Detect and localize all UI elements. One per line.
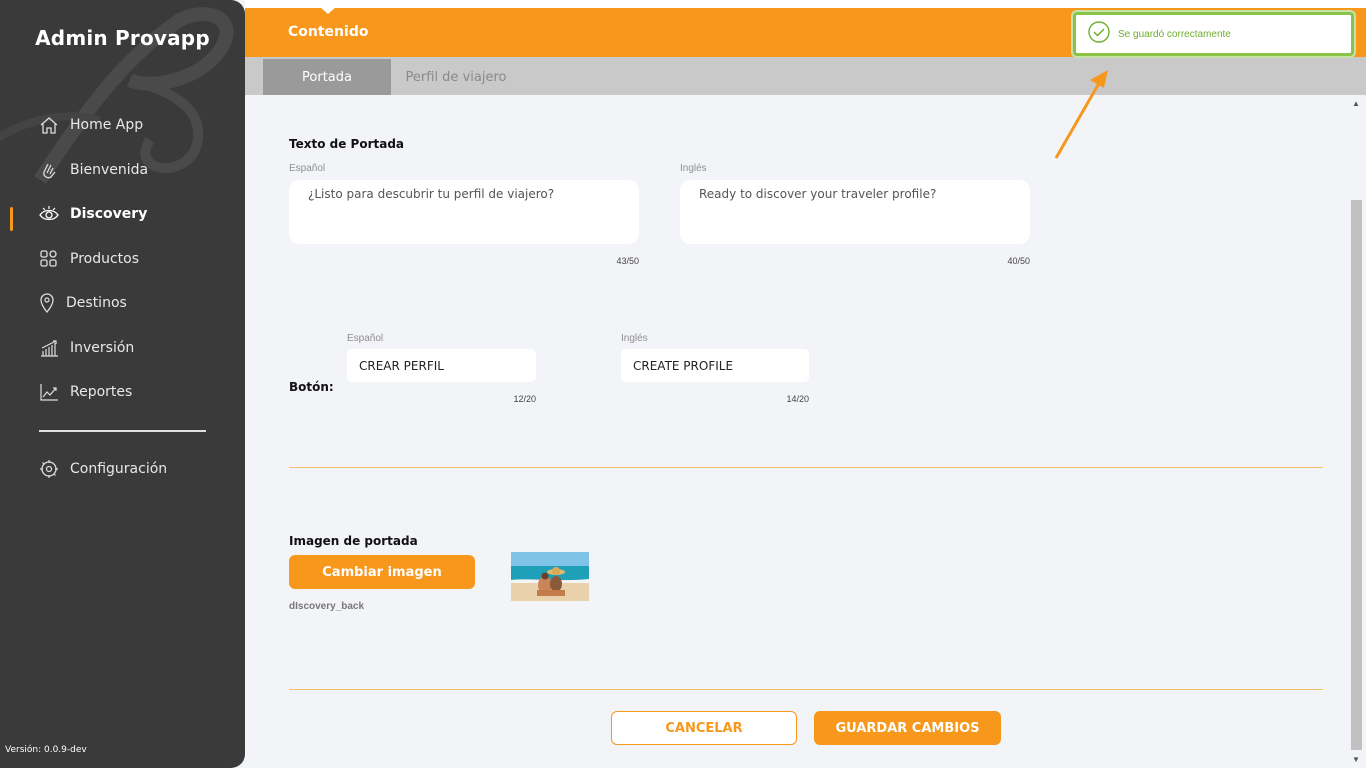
- sidebar: Admin Provapp Home App Bienvenida Discov…: [0, 0, 245, 768]
- waving-hand-icon: [38, 159, 60, 181]
- cover-english-counter: 40/50: [1007, 256, 1030, 266]
- sidebar-divider: [39, 430, 206, 432]
- active-indicator: [10, 207, 13, 231]
- sidebar-item-destinos[interactable]: Destinos: [38, 288, 127, 318]
- cover-spanish-textarea[interactable]: ¿Listo para descubrir tu perfil de viaje…: [289, 180, 639, 244]
- button-spanish-counter: 12/20: [513, 394, 536, 404]
- line-chart-icon: [38, 381, 60, 403]
- sidebar-item-discovery[interactable]: Discovery: [38, 199, 147, 229]
- app-title: Admin Provapp: [35, 26, 210, 50]
- cover-spanish-counter: 43/50: [616, 256, 639, 266]
- section-divider: [289, 467, 1323, 468]
- image-filename: dIscovery_back: [289, 601, 365, 612]
- sidebar-item-productos[interactable]: Productos: [38, 244, 139, 274]
- sidebar-item-configuracion[interactable]: Configuración: [38, 454, 167, 484]
- top-strip: [245, 0, 1366, 8]
- tab-portada[interactable]: Portada: [263, 59, 391, 95]
- scrollbar-thumb[interactable]: [1351, 200, 1362, 750]
- sidebar-item-label: Configuración: [70, 461, 168, 477]
- tab-perfil-de-viajero[interactable]: Perfil de viajero: [391, 59, 521, 95]
- sidebar-item-inversion[interactable]: Inversión: [38, 333, 134, 363]
- button-english-label: Inglés: [621, 333, 648, 344]
- page-title: Contenido: [288, 24, 369, 40]
- cancel-button[interactable]: CANCELAR: [611, 711, 797, 745]
- cover-english-label: Inglés: [680, 163, 707, 174]
- grid-icon: [38, 248, 60, 270]
- cover-english-textarea[interactable]: Ready to discover your traveler profile?: [680, 180, 1030, 244]
- button-spanish-label: Español: [347, 333, 384, 344]
- scroll-down-icon[interactable]: ▼: [1352, 755, 1360, 764]
- sidebar-item-label: Inversión: [70, 340, 135, 356]
- bar-growth-icon: [38, 337, 60, 359]
- change-image-button[interactable]: Cambiar imagen: [289, 555, 475, 589]
- eye-icon: [38, 203, 60, 225]
- sidebar-item-label: Destinos: [66, 295, 127, 311]
- home-icon: [38, 114, 60, 136]
- toast-message: Se guardó correctamente: [1118, 28, 1231, 40]
- gear-icon: [38, 458, 60, 480]
- cover-text-title: Texto de Portada: [289, 137, 405, 151]
- scroll-up-icon[interactable]: ▲: [1352, 99, 1360, 108]
- check-circle-icon: [1088, 20, 1110, 48]
- annotation-arrow-icon: [1054, 70, 1108, 159]
- button-english-counter: 14/20: [786, 394, 809, 404]
- button-text-title: Botón:: [289, 380, 334, 394]
- cover-spanish-label: Español: [289, 163, 326, 174]
- sidebar-item-label: Reportes: [70, 384, 133, 400]
- success-toast: Se guardó correctamente: [1073, 12, 1354, 56]
- footer-divider: [289, 689, 1323, 690]
- save-changes-button[interactable]: GUARDAR CAMBIOS: [814, 711, 1001, 745]
- sidebar-item-label: Productos: [70, 251, 140, 267]
- tab-bar: Portada Perfil de viajero: [245, 57, 1366, 95]
- button-english-input[interactable]: CREATE PROFILE: [621, 349, 809, 382]
- sidebar-item-bienvenida[interactable]: Bienvenida: [38, 155, 148, 185]
- cover-image-title: Imagen de portada: [289, 534, 418, 548]
- location-pin-icon: [38, 292, 56, 314]
- header-notch: [320, 7, 336, 14]
- sidebar-item-label: Home App: [70, 117, 144, 133]
- sidebar-item-reportes[interactable]: Reportes: [38, 377, 132, 407]
- version-label: Versión: 0.0.9-dev: [5, 745, 87, 755]
- sidebar-item-label: Discovery: [70, 206, 148, 222]
- cover-image-thumbnail: [511, 552, 589, 601]
- button-spanish-input[interactable]: CREAR PERFIL: [347, 349, 536, 382]
- sidebar-item-home-app[interactable]: Home App: [38, 110, 143, 140]
- sidebar-item-label: Bienvenida: [70, 162, 149, 178]
